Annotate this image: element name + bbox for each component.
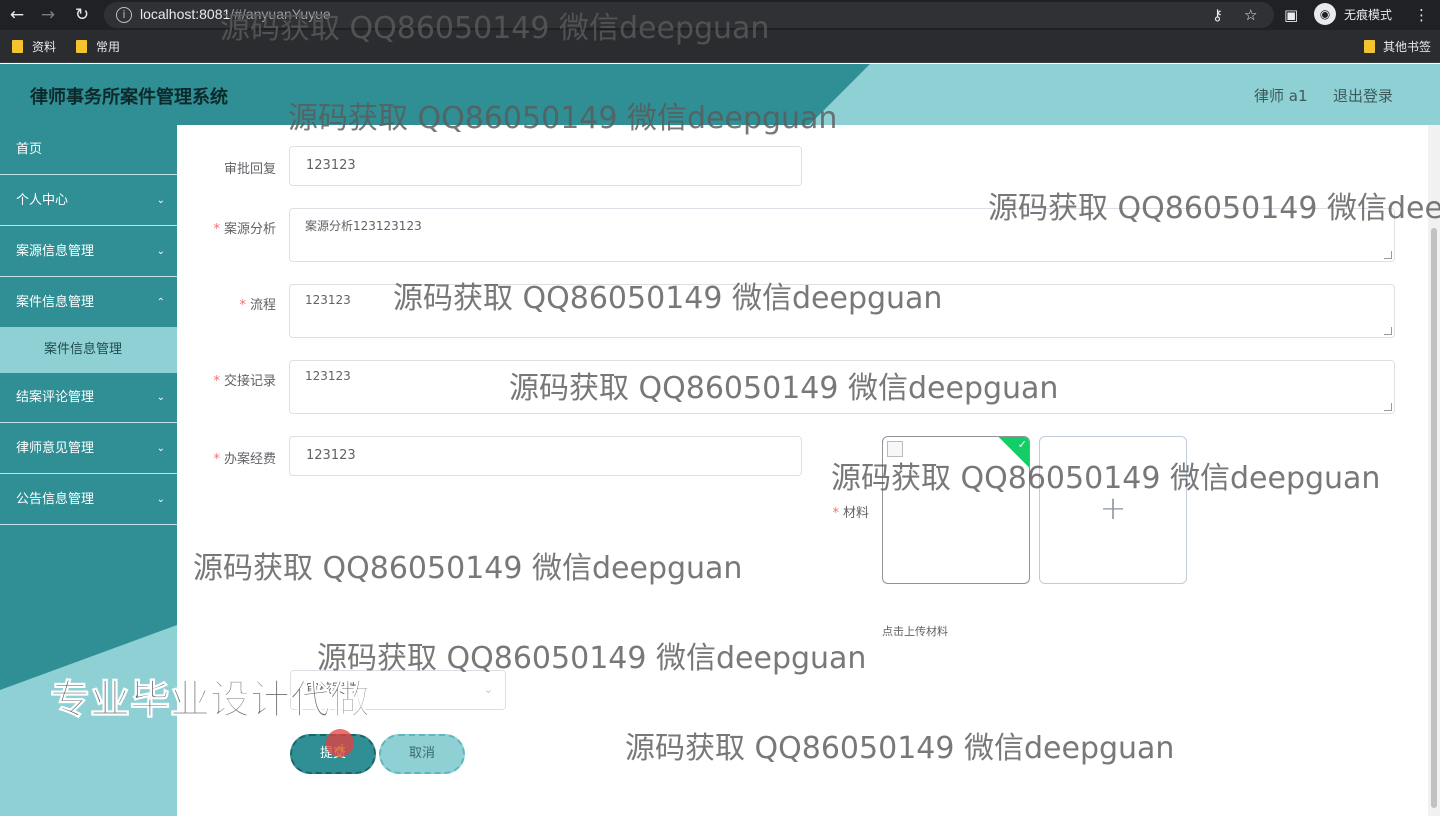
sidepanel-icon[interactable]: ▣ (1284, 5, 1298, 25)
app-header: 律师事务所案件管理系统 律师 a1 退出登录 (0, 64, 1440, 125)
reply-label: 审批回复 (223, 162, 276, 177)
site-info-icon[interactable]: i (116, 7, 132, 23)
cancel-button[interactable]: 取消 (379, 734, 465, 774)
address-bar[interactable]: i localhost:8081/#/anyuanYuyue (104, 2, 1274, 28)
back-icon[interactable]: ← (6, 4, 28, 26)
resize-handle[interactable] (1384, 403, 1392, 411)
url-text: localhost:8081/#/anyuanYuyue (140, 6, 331, 22)
bookmark-star-icon[interactable]: ☆ (1244, 5, 1257, 25)
incognito-label: 无痕模式 (1344, 7, 1393, 22)
scrollbar-thumb[interactable] (1431, 228, 1437, 808)
reload-icon[interactable]: ↻ (71, 4, 93, 26)
bookmarks-bar: 资料 常用 其他书签 (0, 30, 1440, 63)
browser-toolbar: ← → ↻ i localhost:8081/#/anyuanYuyue ⚷ ☆… (0, 0, 1440, 30)
select-value: 审核案件 (306, 682, 359, 697)
sidebar-item-case-source[interactable]: 案源信息管理 ⌄ (0, 227, 177, 277)
handover-textarea[interactable]: 123123 (289, 360, 1395, 414)
sidebar-decoration (0, 625, 177, 816)
sidebar-item-closing-comments[interactable]: 结案评论管理 ⌄ (0, 373, 177, 423)
other-bookmarks[interactable]: 其他书签 (1364, 38, 1431, 55)
sidebar: 首页 个人中心 ⌄ 案源信息管理 ⌄ 案件信息管理 ⌃ 案件信息管理 结案评论管理 ⌄ … (0, 125, 177, 816)
process-label: * 流程 (239, 298, 276, 313)
chevron-down-icon: ⌄ (156, 443, 165, 454)
chevron-down-icon: ⌄ (483, 683, 493, 696)
forward-icon[interactable]: → (37, 4, 59, 26)
resize-handle[interactable] (1384, 251, 1392, 259)
expense-input[interactable]: 123123 (289, 436, 802, 476)
bookmark-folder[interactable]: 常用 (76, 38, 120, 55)
image-placeholder-icon (887, 441, 903, 457)
chevron-down-icon: ⌄ (156, 246, 165, 257)
chevron-down-icon: ⌄ (156, 392, 165, 403)
analysis-textarea[interactable]: 案源分析123123123 (289, 208, 1395, 262)
plus-icon: + (1099, 489, 1127, 527)
resize-handle[interactable] (1384, 327, 1392, 335)
chevron-up-icon: ⌃ (156, 297, 165, 308)
folder-icon (1364, 40, 1375, 53)
folder-icon (12, 40, 23, 53)
process-textarea[interactable]: 123123 (289, 284, 1395, 338)
sidebar-item-home[interactable]: 首页 (0, 125, 177, 175)
current-user: 律师 a1 (1254, 87, 1308, 105)
app-title: 律师事务所案件管理系统 (30, 87, 228, 108)
reply-input[interactable]: 123123 (289, 146, 802, 186)
analysis-label: * 案源分析 (213, 222, 276, 237)
bookmark-folder[interactable]: 资料 (12, 38, 56, 55)
menu-icon[interactable]: ⋮ (1414, 5, 1429, 25)
uploaded-file-card[interactable]: ✓ (882, 436, 1030, 584)
chevron-down-icon: ⌄ (156, 195, 165, 206)
sidebar-item-profile[interactable]: 个人中心 ⌄ (0, 176, 177, 226)
upload-tip: 点击上传材料 (882, 625, 948, 638)
sidebar-item-announcements[interactable]: 公告信息管理 ⌄ (0, 475, 177, 525)
expense-label: * 办案经费 (213, 452, 276, 467)
status-select[interactable]: 审核案件 ⌄ (290, 670, 506, 710)
logout-link[interactable]: 退出登录 (1333, 85, 1393, 106)
hand-pointer-icon: ☝ (334, 741, 345, 762)
key-icon[interactable]: ⚷ (1212, 5, 1223, 25)
success-badge: ✓ (997, 437, 1029, 469)
check-icon: ✓ (1017, 437, 1027, 451)
handover-label: * 交接记录 (213, 374, 276, 389)
sidebar-subitem-case-info[interactable]: 案件信息管理 (0, 327, 177, 373)
incognito-profile[interactable]: ◉ 无痕模式 (1314, 3, 1392, 25)
sidebar-item-case-info[interactable]: 案件信息管理 ⌃ (0, 278, 177, 328)
material-label: * 材料 (832, 506, 869, 521)
incognito-icon: ◉ (1314, 3, 1336, 25)
folder-icon (76, 40, 87, 53)
scrollbar[interactable] (1428, 125, 1440, 816)
chevron-down-icon: ⌄ (156, 494, 165, 505)
upload-button[interactable]: + (1039, 436, 1187, 584)
sidebar-item-lawyer-opinions[interactable]: 律师意见管理 ⌄ (0, 424, 177, 474)
